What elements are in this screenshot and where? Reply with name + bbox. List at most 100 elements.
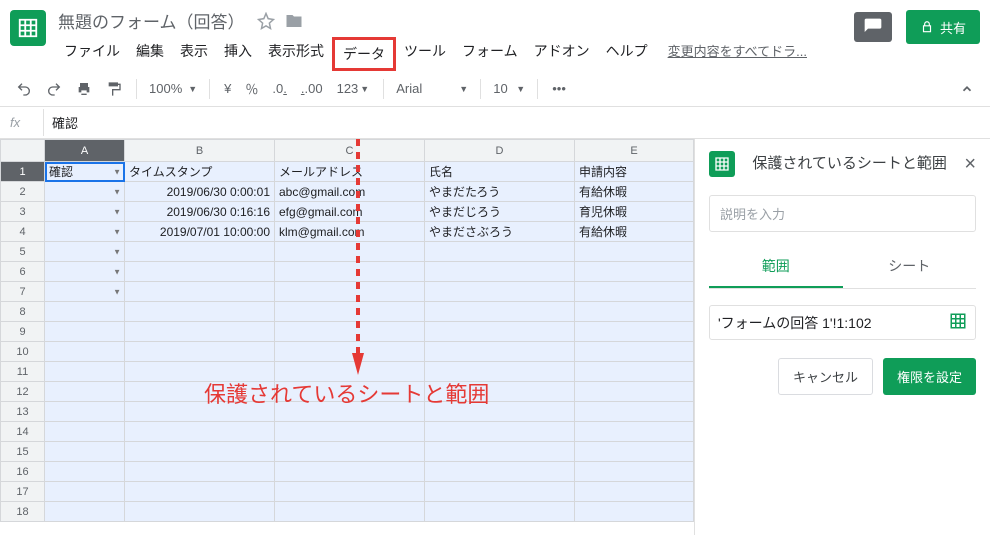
cell[interactable]: klm@gmail.com	[275, 222, 425, 242]
cell[interactable]	[125, 462, 275, 482]
row-header[interactable]: 14	[1, 422, 45, 442]
cell[interactable]	[425, 502, 575, 522]
dec-decrease-button[interactable]: .0.	[266, 77, 292, 100]
cell[interactable]	[575, 422, 694, 442]
col-header-d[interactable]: D	[425, 140, 575, 162]
cell[interactable]: abc@gmail.com	[275, 182, 425, 202]
close-icon[interactable]: ×	[964, 153, 976, 176]
cell[interactable]	[425, 342, 575, 362]
dec-increase-button[interactable]: ..00	[295, 77, 329, 100]
menu-data[interactable]: データ	[332, 37, 396, 71]
cell[interactable]: ▼	[45, 202, 125, 222]
cell[interactable]	[125, 422, 275, 442]
cell[interactable]	[575, 442, 694, 462]
cell[interactable]	[575, 322, 694, 342]
cell[interactable]	[275, 262, 425, 282]
tab-sheet[interactable]: シート	[843, 246, 977, 288]
cell[interactable]	[125, 382, 275, 402]
cell[interactable]	[425, 322, 575, 342]
col-header-e[interactable]: E	[575, 140, 694, 162]
cell[interactable]: 有給休暇	[575, 182, 694, 202]
cell[interactable]: 確認▼	[45, 162, 125, 182]
menu-form[interactable]: フォーム	[454, 37, 526, 71]
cell[interactable]	[275, 402, 425, 422]
cell[interactable]	[45, 362, 125, 382]
cell[interactable]	[45, 462, 125, 482]
cell[interactable]	[275, 322, 425, 342]
cell[interactable]	[575, 462, 694, 482]
cell[interactable]	[575, 402, 694, 422]
cell[interactable]	[575, 362, 694, 382]
row-header[interactable]: 9	[1, 322, 45, 342]
cell[interactable]	[125, 242, 275, 262]
cell[interactable]	[45, 382, 125, 402]
menu-view[interactable]: 表示	[172, 37, 216, 71]
cell[interactable]	[575, 302, 694, 322]
row-header[interactable]: 16	[1, 462, 45, 482]
saving-status[interactable]: 変更内容をすべてドラ...	[660, 37, 815, 71]
cell[interactable]	[275, 502, 425, 522]
cell[interactable]	[425, 462, 575, 482]
formula-input[interactable]: 確認	[44, 107, 990, 138]
cell[interactable]	[45, 422, 125, 442]
cell[interactable]	[425, 282, 575, 302]
cell[interactable]	[575, 282, 694, 302]
comments-button[interactable]	[854, 12, 892, 42]
cell[interactable]	[125, 442, 275, 462]
cell[interactable]	[275, 482, 425, 502]
row-header[interactable]: 4	[1, 222, 45, 242]
cell[interactable]	[575, 482, 694, 502]
description-input[interactable]: 説明を入力	[709, 195, 976, 232]
more-formats-button[interactable]: 123▼	[331, 77, 376, 100]
cell[interactable]: 氏名	[425, 162, 575, 182]
cell[interactable]	[425, 482, 575, 502]
folder-icon[interactable]	[285, 12, 303, 30]
cell[interactable]	[275, 462, 425, 482]
cell[interactable]: やまだたろう	[425, 182, 575, 202]
cell[interactable]	[425, 442, 575, 462]
cell[interactable]	[125, 402, 275, 422]
cancel-button[interactable]: キャンセル	[778, 358, 873, 395]
range-input[interactable]: 'フォームの回答 1'!1:102	[709, 305, 976, 340]
cell[interactable]	[575, 382, 694, 402]
share-button[interactable]: 共有	[906, 10, 980, 44]
cell[interactable]	[575, 342, 694, 362]
cell[interactable]	[275, 422, 425, 442]
col-header-c[interactable]: C	[275, 140, 425, 162]
cell[interactable]: efg@gmail.com	[275, 202, 425, 222]
row-header[interactable]: 6	[1, 262, 45, 282]
cell[interactable]	[425, 262, 575, 282]
row-header[interactable]: 15	[1, 442, 45, 462]
cell[interactable]: メールアドレス	[275, 162, 425, 182]
font-select[interactable]: Arial▼	[392, 79, 472, 98]
menu-help[interactable]: ヘルプ	[598, 37, 656, 71]
cell[interactable]	[125, 262, 275, 282]
cell[interactable]	[575, 262, 694, 282]
cell[interactable]	[45, 502, 125, 522]
cell[interactable]	[125, 482, 275, 502]
row-header[interactable]: 11	[1, 362, 45, 382]
zoom-select[interactable]: 100%▼	[145, 79, 201, 98]
cell[interactable]	[125, 302, 275, 322]
cell[interactable]: 申請内容	[575, 162, 694, 182]
more-tools-button[interactable]: •••	[546, 77, 572, 100]
col-header-b[interactable]: B	[125, 140, 275, 162]
cell[interactable]	[425, 382, 575, 402]
collapse-toolbar-button[interactable]	[954, 78, 980, 100]
menu-edit[interactable]: 編集	[128, 37, 172, 71]
cell[interactable]: ▼	[45, 182, 125, 202]
cell[interactable]: 有給休暇	[575, 222, 694, 242]
set-permissions-button[interactable]: 権限を設定	[883, 358, 976, 395]
row-header[interactable]: 13	[1, 402, 45, 422]
cell[interactable]	[275, 242, 425, 262]
row-header[interactable]: 10	[1, 342, 45, 362]
cell[interactable]	[275, 342, 425, 362]
cell[interactable]	[425, 242, 575, 262]
cell[interactable]	[275, 382, 425, 402]
cell[interactable]	[125, 282, 275, 302]
cell[interactable]	[125, 362, 275, 382]
cell[interactable]	[45, 342, 125, 362]
cell[interactable]	[275, 302, 425, 322]
cell[interactable]	[425, 402, 575, 422]
cell[interactable]	[425, 362, 575, 382]
